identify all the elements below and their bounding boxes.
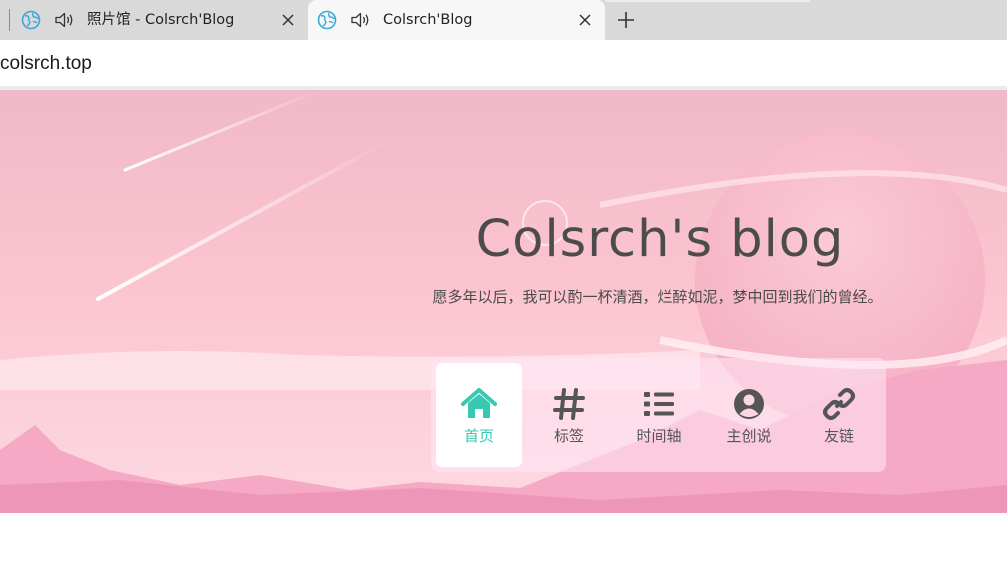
close-icon[interactable]	[280, 12, 296, 28]
close-icon[interactable]	[577, 12, 593, 28]
nav-label: 时间轴	[636, 427, 682, 445]
site-title: Colsrch's blog	[475, 210, 845, 269]
tab-colsrch-blog[interactable]: Colsrch'Blog	[308, 0, 605, 40]
address-url[interactable]: colsrch.top	[0, 40, 92, 87]
tab-title: 照片馆 - Colsrch'Blog	[87, 12, 235, 28]
nav-item-friend-links[interactable]: 友链	[796, 363, 882, 467]
nav-label: 主创说	[726, 427, 772, 445]
nav-label: 标签	[553, 427, 584, 445]
link-icon	[823, 388, 855, 420]
speaker-icon[interactable]	[54, 11, 76, 29]
page-content-area	[0, 513, 1007, 587]
nav-item-author[interactable]: 主创说	[706, 363, 792, 467]
globe-favicon-icon	[21, 10, 41, 30]
nav-item-tags[interactable]: 标签	[526, 363, 612, 467]
tab-top-highlight	[605, 0, 810, 2]
plus-icon[interactable]	[614, 8, 638, 32]
tab-separator	[9, 9, 10, 31]
main-nav: 首页 标签 时间轴 主创说 友链	[431, 358, 886, 472]
site-subtitle: 愿多年以后，我可以酌一杯清酒，烂醉如泥，梦中回到我们的曾经。	[432, 288, 883, 306]
nav-label: 友链	[823, 427, 854, 445]
globe-favicon-icon	[317, 10, 337, 30]
browser-tab-strip: 照片馆 - Colsrch'Blog Colsrch'Blog	[0, 0, 1007, 40]
nav-item-home[interactable]: 首页	[436, 363, 522, 467]
tab-photo-gallery[interactable]: 照片馆 - Colsrch'Blog	[12, 0, 308, 40]
nav-label: 首页	[463, 427, 494, 445]
home-icon	[461, 388, 497, 418]
tab-title: Colsrch'Blog	[383, 12, 473, 28]
hashtag-icon	[553, 388, 585, 420]
nav-item-timeline[interactable]: 时间轴	[616, 363, 702, 467]
list-icon	[644, 392, 674, 416]
address-bar[interactable]: colsrch.top	[0, 40, 1007, 87]
speaker-icon[interactable]	[350, 11, 372, 29]
user-circle-icon	[734, 389, 764, 419]
hero-banner: Colsrch's blog 愿多年以后，我可以酌一杯清酒，烂醉如泥，梦中回到我…	[0, 90, 1007, 513]
